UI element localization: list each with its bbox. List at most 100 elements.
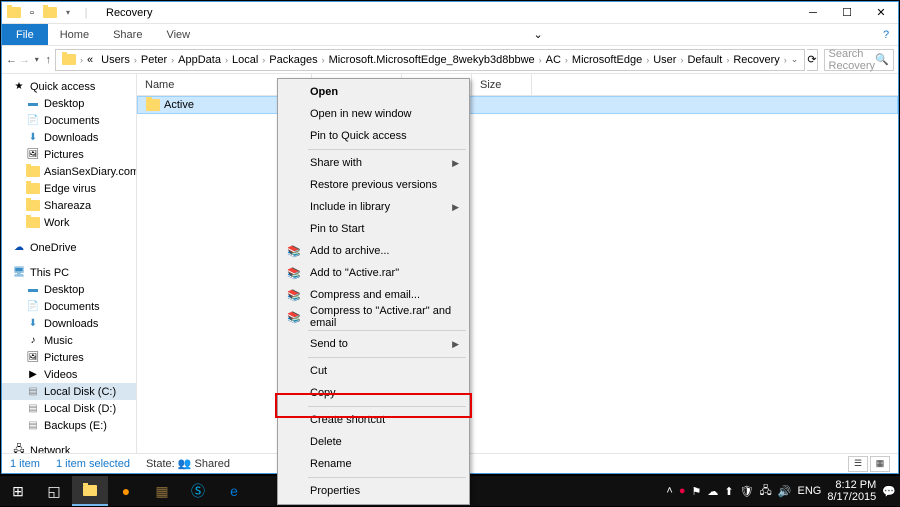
breadcrumb-seg[interactable]: Users xyxy=(97,54,134,66)
tray-network-icon[interactable]: 🖧 xyxy=(760,482,772,501)
list-item[interactable]: Active xyxy=(137,96,898,114)
breadcrumb-seg[interactable]: Recovery xyxy=(729,54,783,66)
menu-share-with[interactable]: Share with▶ xyxy=(280,152,467,174)
forward-button[interactable]: → xyxy=(19,49,30,71)
new-folder-icon[interactable] xyxy=(42,5,58,21)
sidebar-item-desktop[interactable]: ▬Desktop xyxy=(2,281,136,298)
archive-icon: 📚 xyxy=(286,243,302,259)
qat-dropdown-icon[interactable]: ▾ xyxy=(60,5,76,21)
sidebar-item-local-disk-d[interactable]: ▤Local Disk (D:) xyxy=(2,400,136,417)
breadcrumb-seg[interactable]: Default xyxy=(683,54,726,66)
menu-compress-email[interactable]: 📚Compress and email... xyxy=(280,284,467,306)
sidebar-item-folder[interactable]: Edge virus xyxy=(2,180,136,197)
menu-delete[interactable]: Delete xyxy=(280,431,467,453)
sidebar-this-pc[interactable]: 🖥This PC xyxy=(2,264,136,281)
sidebar-item-videos[interactable]: ▶Videos xyxy=(2,366,136,383)
share-tab[interactable]: Share xyxy=(101,24,154,45)
recent-dropdown[interactable]: ▾ xyxy=(32,49,42,71)
taskview-button[interactable]: ◱ xyxy=(36,476,72,506)
sidebar-item-music[interactable]: ♪Music xyxy=(2,332,136,349)
sidebar-quick-access[interactable]: ★Quick access xyxy=(2,78,136,95)
col-size[interactable]: Size xyxy=(472,74,532,95)
menu-add-rar[interactable]: 📚Add to "Active.rar" xyxy=(280,262,467,284)
menu-open[interactable]: Open xyxy=(280,81,467,103)
sidebar-item-desktop[interactable]: ▬Desktop xyxy=(2,95,136,112)
breadcrumb-seg[interactable]: Microsoft.MicrosoftEdge_8wekyb3d8bbwe xyxy=(325,54,539,66)
separator: | xyxy=(78,5,94,21)
menu-pin-quick-access[interactable]: Pin to Quick access xyxy=(280,125,467,147)
refresh-button[interactable]: ⟳ xyxy=(807,49,817,71)
taskbar-explorer[interactable] xyxy=(72,476,108,506)
sidebar-item-local-disk-c[interactable]: ▤Local Disk (C:) xyxy=(2,383,136,400)
breadcrumb-seg[interactable]: Packages xyxy=(265,54,321,66)
breadcrumb-seg[interactable]: User xyxy=(649,54,680,66)
sidebar-item-backups[interactable]: ▤Backups (E:) xyxy=(2,417,136,434)
home-tab[interactable]: Home xyxy=(48,24,101,45)
menu-properties[interactable]: Properties xyxy=(280,480,467,502)
tray-notifications-icon[interactable]: 💬 xyxy=(882,485,896,498)
sidebar-item-pictures[interactable]: 🖼Pictures xyxy=(2,349,136,366)
menu-open-new-window[interactable]: Open in new window xyxy=(280,103,467,125)
tray-icon[interactable]: ⬆ xyxy=(724,485,733,498)
close-button[interactable]: ✕ xyxy=(864,3,898,23)
videos-icon: ▶ xyxy=(26,368,40,382)
help-icon[interactable]: ? xyxy=(874,24,898,45)
pictures-icon: 🖼 xyxy=(26,351,40,365)
taskbar-firefox[interactable]: ● xyxy=(108,476,144,506)
sidebar-item-folder[interactable]: AsianSexDiary.com xyxy=(2,163,136,180)
sidebar-item-pictures[interactable]: 🖼Pictures xyxy=(2,146,136,163)
view-tab[interactable]: View xyxy=(154,24,202,45)
menu-add-archive[interactable]: 📚Add to archive... xyxy=(280,240,467,262)
explorer-window: ▫ ▾ | Recovery ─ ☐ ✕ File Home Share Vie… xyxy=(1,1,899,474)
menu-cut[interactable]: Cut xyxy=(280,360,467,382)
tray-volume-icon[interactable]: 🔊 xyxy=(778,485,792,498)
view-details-button[interactable]: ☰ xyxy=(848,456,868,472)
file-tab[interactable]: File xyxy=(2,24,48,45)
taskbar-skype[interactable]: Ⓢ xyxy=(180,476,216,506)
menu-restore-previous[interactable]: Restore previous versions xyxy=(280,174,467,196)
address-dropdown-icon[interactable]: ⌄ xyxy=(787,54,803,65)
ribbon-expand-icon[interactable]: ⌄ xyxy=(526,24,550,45)
folder-icon xyxy=(6,5,22,21)
tray-icon[interactable]: ☁ xyxy=(707,485,718,498)
tray-icon[interactable]: ⚑ xyxy=(691,485,701,498)
up-button[interactable]: ↑ xyxy=(44,49,54,71)
search-input[interactable]: Search Recovery 🔍 xyxy=(824,49,894,71)
menu-rename[interactable]: Rename xyxy=(280,453,467,475)
menu-compress-rar-email[interactable]: 📚Compress to "Active.rar" and email xyxy=(280,306,467,328)
breadcrumb-seg[interactable]: Local xyxy=(228,54,262,66)
file-list: Name Date modified Type Size Active Open… xyxy=(137,74,898,454)
breadcrumb-seg[interactable]: Peter xyxy=(137,54,171,66)
menu-copy[interactable]: Copy xyxy=(280,382,467,404)
tray-icon[interactable]: ● xyxy=(679,485,686,497)
taskbar-edge[interactable]: e xyxy=(216,476,252,506)
sidebar-onedrive[interactable]: ☁OneDrive xyxy=(2,239,136,256)
sidebar-item-folder[interactable]: Shareaza xyxy=(2,197,136,214)
breadcrumb-prefix[interactable]: « xyxy=(83,54,97,66)
desktop-icon: ▬ xyxy=(26,283,40,297)
maximize-button[interactable]: ☐ xyxy=(830,3,864,23)
taskbar-app[interactable]: ▦ xyxy=(144,476,180,506)
menu-send-to[interactable]: Send to▶ xyxy=(280,333,467,355)
taskbar-clock[interactable]: 8:12 PM 8/17/2015 xyxy=(827,479,876,503)
menu-create-shortcut[interactable]: Create shortcut xyxy=(280,409,467,431)
tray-icon[interactable]: 🛡 xyxy=(740,485,754,498)
breadcrumb-seg[interactable]: AC xyxy=(542,54,565,66)
sidebar-item-documents[interactable]: 📄Documents xyxy=(2,112,136,129)
menu-include-library[interactable]: Include in library▶ xyxy=(280,196,467,218)
sidebar-item-downloads[interactable]: ⬇Downloads xyxy=(2,315,136,332)
sidebar-item-documents[interactable]: 📄Documents xyxy=(2,298,136,315)
breadcrumb-seg[interactable]: AppData xyxy=(174,54,225,66)
tray-lang[interactable]: ENG xyxy=(798,485,822,497)
back-button[interactable]: ← xyxy=(6,49,17,71)
address-bar[interactable]: › « Users› Peter› AppData› Local› Packag… xyxy=(55,49,805,71)
sidebar-item-downloads[interactable]: ⬇Downloads xyxy=(2,129,136,146)
tray-overflow-icon[interactable]: ˄ xyxy=(666,485,672,497)
start-button[interactable]: ⊞ xyxy=(0,476,36,506)
props-icon[interactable]: ▫ xyxy=(24,5,40,21)
minimize-button[interactable]: ─ xyxy=(796,3,830,23)
view-large-icons-button[interactable]: ▦ xyxy=(870,456,890,472)
sidebar-item-folder[interactable]: Work xyxy=(2,214,136,231)
breadcrumb-seg[interactable]: MicrosoftEdge xyxy=(568,54,646,66)
menu-pin-start[interactable]: Pin to Start xyxy=(280,218,467,240)
